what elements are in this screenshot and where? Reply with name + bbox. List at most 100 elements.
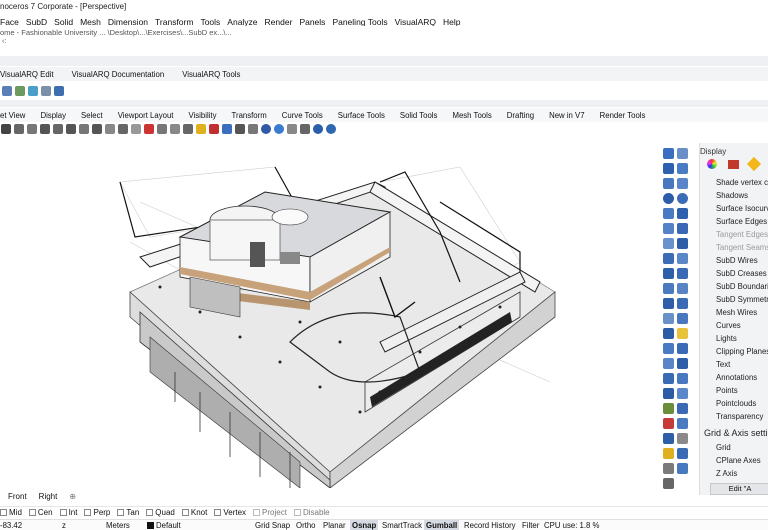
display-option-tangent-seams[interactable]: Tangent Seams xyxy=(716,243,768,252)
filter-toggle[interactable]: Filter xyxy=(522,520,539,530)
osnap-project[interactable]: Project xyxy=(253,508,287,517)
tab-front[interactable]: Front xyxy=(8,492,27,501)
arc-icon[interactable] xyxy=(663,208,674,219)
zoom-selected-icon[interactable] xyxy=(79,124,89,134)
color-wheel-icon[interactable] xyxy=(707,159,717,169)
record-history-toggle[interactable]: Record History xyxy=(464,520,516,530)
zoom-icon[interactable] xyxy=(40,124,50,134)
rectangle-icon[interactable] xyxy=(677,208,688,219)
sphere-icon[interactable] xyxy=(677,268,688,279)
cylinder-icon[interactable] xyxy=(663,283,674,294)
analyze-icon[interactable] xyxy=(663,418,674,429)
tab-mesh-tools[interactable]: Mesh Tools xyxy=(452,111,491,120)
display-option-annotations[interactable]: Annotations xyxy=(716,373,757,382)
mirror-icon[interactable] xyxy=(663,388,674,399)
light-icon[interactable] xyxy=(196,124,206,134)
tab-render-tools[interactable]: Render Tools xyxy=(600,111,646,120)
grid-axis-settings-header[interactable]: Grid & Axis setti xyxy=(704,428,768,438)
subd-icon[interactable] xyxy=(663,298,674,309)
menu-item-transform[interactable]: Transform xyxy=(155,17,193,27)
cage-edit-icon[interactable] xyxy=(663,433,674,444)
render-icon[interactable] xyxy=(209,124,219,134)
control-points-icon[interactable] xyxy=(677,418,688,429)
render-preview-icon[interactable] xyxy=(663,463,674,474)
menu-item-help[interactable]: Help xyxy=(443,17,460,27)
osnap-disable[interactable]: Disable xyxy=(293,508,330,517)
window-select-icon[interactable] xyxy=(677,148,688,159)
light-tab-icon[interactable] xyxy=(746,156,762,172)
osnap-toggle[interactable]: Osnap xyxy=(350,520,379,530)
tab-solid-tools[interactable]: Solid Tools xyxy=(400,111,438,120)
display-option-text[interactable]: Text xyxy=(716,360,730,369)
gumball-toggle[interactable]: Gumball xyxy=(424,520,460,530)
point-icon[interactable] xyxy=(663,163,674,174)
explode-icon[interactable] xyxy=(663,343,674,354)
history-icon[interactable] xyxy=(677,433,688,444)
grid-option-cplane-axes[interactable]: CPlane Axes xyxy=(716,456,761,465)
hide-icon[interactable] xyxy=(144,124,154,134)
menu-item-panels[interactable]: Panels xyxy=(299,17,325,27)
material-icon[interactable] xyxy=(222,124,232,134)
boolean-icon[interactable] xyxy=(677,298,688,309)
interpolate-curve-icon[interactable] xyxy=(677,178,688,189)
freeform-icon[interactable] xyxy=(677,223,688,234)
menu-item-render[interactable]: Render xyxy=(265,17,293,27)
planar-toggle[interactable]: Planar xyxy=(323,520,346,530)
material-tab-icon[interactable] xyxy=(728,160,739,169)
tab-visualarq-documentation[interactable]: VisualARQ Documentation xyxy=(72,70,165,79)
grid-option-grid[interactable]: Grid xyxy=(716,443,731,452)
display-option-mesh-wires[interactable]: Mesh Wires xyxy=(716,308,757,317)
menu-item-dimension[interactable]: Dimension xyxy=(108,17,148,27)
copy-icon[interactable] xyxy=(677,358,688,369)
environment-icon[interactable] xyxy=(261,124,271,134)
pan-icon[interactable] xyxy=(14,124,24,134)
layer-icon[interactable] xyxy=(677,448,688,459)
ellipse-icon[interactable] xyxy=(677,193,688,204)
lock-icon[interactable] xyxy=(170,124,180,134)
display-option-clipping-planes[interactable]: Clipping Planes xyxy=(716,347,768,356)
move-icon[interactable] xyxy=(663,358,674,369)
tab-display[interactable]: Display xyxy=(40,111,66,120)
smarttrack-toggle[interactable]: SmartTrack xyxy=(382,520,422,530)
group-icon[interactable] xyxy=(677,343,688,354)
cplane-icon[interactable] xyxy=(118,124,128,134)
grid-option-z-axis[interactable]: Z Axis xyxy=(716,469,737,478)
checkbox[interactable] xyxy=(117,509,125,516)
grid-snap-toggle[interactable]: Grid Snap xyxy=(255,520,290,530)
tab-visualarq-tools[interactable]: VisualARQ Tools xyxy=(182,70,240,79)
block-icon[interactable] xyxy=(663,448,674,459)
tab-new-in-v7[interactable]: New in V7 xyxy=(549,111,585,120)
perspective-viewport[interactable] xyxy=(0,142,657,488)
rotate-view-icon[interactable] xyxy=(27,124,37,134)
slab-icon[interactable] xyxy=(28,85,38,96)
extrude-icon[interactable] xyxy=(677,253,688,264)
four-view-icon[interactable] xyxy=(105,124,115,134)
display-option-lights[interactable]: Lights xyxy=(716,334,737,343)
menu-item-analyze[interactable]: Analyze xyxy=(227,17,257,27)
display-option-points[interactable]: Points xyxy=(716,386,738,395)
properties-icon[interactable] xyxy=(248,124,258,134)
osnap-quad[interactable]: Quad xyxy=(146,508,175,517)
curve-from-object-icon[interactable] xyxy=(677,238,688,249)
rotate-icon[interactable] xyxy=(663,373,674,384)
osnap-cen[interactable]: Cen xyxy=(28,508,53,517)
wall-icon[interactable] xyxy=(2,85,12,96)
osnap-int[interactable]: Int xyxy=(59,508,77,517)
sun-icon[interactable] xyxy=(313,124,323,134)
osnap-mid[interactable]: Mid xyxy=(0,508,22,517)
mesh-icon[interactable] xyxy=(677,283,688,294)
menu-item-visualarq[interactable]: VisualARQ xyxy=(395,17,436,27)
display-option-tangent-edges[interactable]: Tangent Edges xyxy=(716,230,768,239)
checkbox[interactable] xyxy=(28,509,36,516)
array-icon[interactable] xyxy=(677,388,688,399)
railing-icon[interactable] xyxy=(54,85,64,96)
display-option-surface-isocurves[interactable]: Surface Isocurve xyxy=(716,204,768,213)
display-option-subd-wires[interactable]: SubD Wires xyxy=(716,256,758,265)
select-icon[interactable] xyxy=(663,148,674,159)
tab-viewport-layout[interactable]: Viewport Layout xyxy=(118,111,174,120)
menu-item-mesh[interactable]: Mesh xyxy=(80,17,101,27)
tab-drafting[interactable]: Drafting xyxy=(507,111,534,120)
osnap-perp[interactable]: Perp xyxy=(84,508,110,517)
circle-icon[interactable] xyxy=(663,193,674,204)
rendered-view-icon[interactable] xyxy=(326,124,336,134)
